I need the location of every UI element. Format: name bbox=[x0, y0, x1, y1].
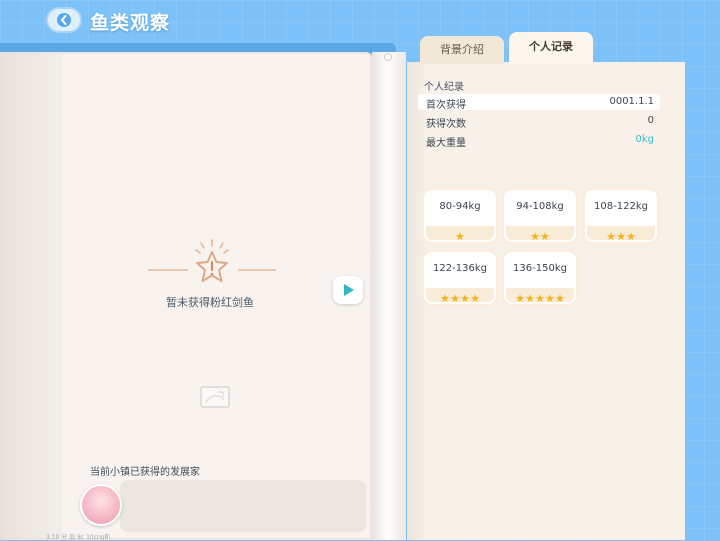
star-rating bbox=[426, 288, 494, 303]
divider-left bbox=[148, 269, 188, 271]
star-icon bbox=[460, 294, 470, 303]
star-rating bbox=[506, 288, 574, 303]
record-section-title: 个人纪录 bbox=[424, 82, 464, 93]
star-icon bbox=[535, 294, 545, 303]
back-button[interactable] bbox=[46, 7, 82, 33]
weight-card[interactable]: 80-94kg bbox=[424, 190, 496, 242]
star-icon bbox=[626, 232, 636, 241]
record-row-first-obtained: 首次获得 0001.1.1 bbox=[418, 94, 660, 111]
star-icon bbox=[440, 294, 450, 303]
developers-title: 当前小镇已获得的发展家 bbox=[90, 467, 200, 478]
record-value: 0kg bbox=[635, 134, 654, 145]
star-icon bbox=[555, 294, 565, 303]
book-spine bbox=[372, 52, 406, 540]
record-value: 0001.1.1 bbox=[609, 96, 654, 107]
star-icon bbox=[606, 232, 616, 241]
empty-state: 暂未获得粉红剑鱼 bbox=[140, 236, 280, 316]
avatar[interactable] bbox=[80, 484, 122, 526]
star-icon bbox=[455, 232, 465, 241]
weight-range: 108-122kg bbox=[594, 201, 648, 212]
star-icon bbox=[450, 294, 460, 303]
locked-star-icon bbox=[195, 239, 229, 282]
weight-range: 136-150kg bbox=[513, 263, 567, 274]
empty-state-text: 暂未获得粉红剑鱼 bbox=[166, 296, 254, 309]
developers-list bbox=[120, 480, 366, 532]
star-icon bbox=[525, 294, 535, 303]
play-icon bbox=[344, 284, 354, 296]
weight-range: 94-108kg bbox=[516, 201, 564, 212]
chevron-left-icon bbox=[57, 13, 71, 27]
tab-personal-record[interactable]: 个人记录 bbox=[509, 32, 593, 64]
spine-ring-icon bbox=[384, 53, 392, 61]
weight-range: 122-136kg bbox=[433, 263, 487, 274]
record-key: 获得次数 bbox=[426, 119, 466, 130]
star-icon bbox=[470, 294, 480, 303]
star-icon bbox=[530, 232, 540, 241]
next-page-button[interactable] bbox=[333, 276, 363, 304]
record-value: 0 bbox=[647, 115, 654, 126]
page-title: 鱼类观察 bbox=[90, 12, 171, 34]
star-rating bbox=[506, 226, 574, 241]
record-key: 首次获得 bbox=[426, 100, 466, 111]
star-icon bbox=[545, 294, 555, 303]
record-row-max-weight: 最大重量 0kg bbox=[418, 132, 660, 149]
weight-range: 80-94kg bbox=[439, 201, 481, 212]
star-icon bbox=[540, 232, 550, 241]
header: 鱼类观察 bbox=[0, 0, 720, 44]
star-icon bbox=[616, 232, 626, 241]
record-row-count: 获得次数 0 bbox=[418, 113, 660, 130]
star-rating bbox=[426, 226, 494, 241]
tab-background-intro[interactable]: 背景介绍 bbox=[420, 36, 504, 64]
star-icon bbox=[515, 294, 525, 303]
weight-card[interactable]: 136-150kg bbox=[504, 252, 576, 304]
star-rating bbox=[587, 226, 655, 241]
weight-card[interactable]: 108-122kg bbox=[585, 190, 657, 242]
weight-card[interactable]: 122-136kg bbox=[424, 252, 496, 304]
record-key: 最大重量 bbox=[426, 138, 466, 149]
divider-right bbox=[238, 269, 276, 271]
page-shade bbox=[0, 52, 62, 540]
image-placeholder-icon bbox=[200, 386, 230, 408]
weight-card[interactable]: 94-108kg bbox=[504, 190, 576, 242]
